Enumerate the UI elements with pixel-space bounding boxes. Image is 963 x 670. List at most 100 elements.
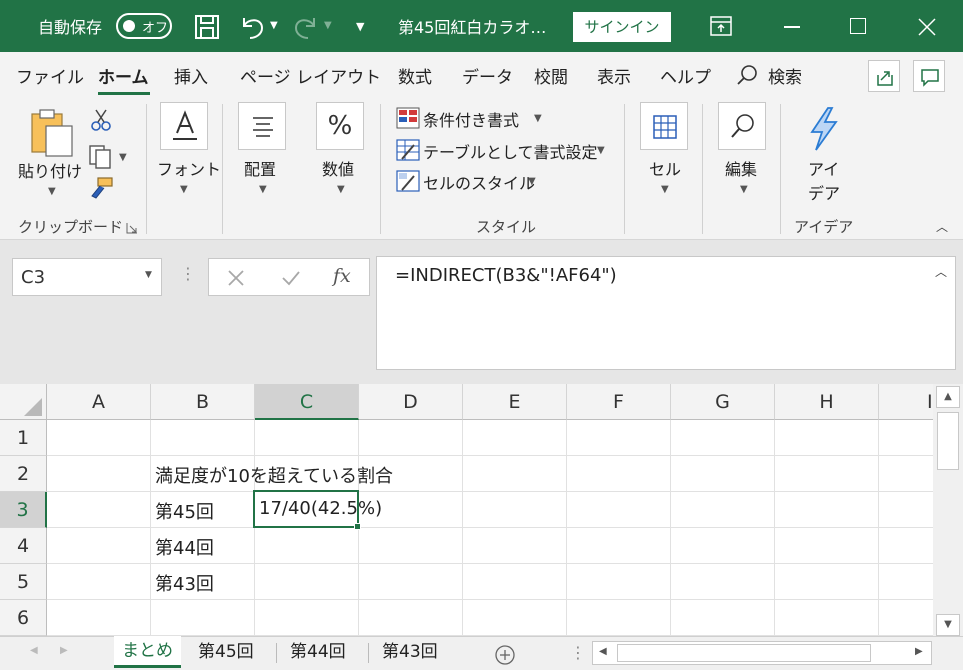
signin-button[interactable]: サインイン: [573, 12, 671, 42]
editing-button[interactable]: [718, 102, 766, 150]
ribbon-display-options-icon[interactable]: [710, 16, 732, 36]
tab-search[interactable]: 検索: [768, 63, 802, 88]
formula-collapse-icon[interactable]: ︿: [935, 263, 947, 280]
conditional-formatting-icon[interactable]: [396, 107, 420, 129]
row-header-5[interactable]: 5: [0, 564, 47, 600]
prev-sheet-icon[interactable]: ◀: [30, 645, 38, 656]
format-painter-icon[interactable]: [88, 176, 114, 200]
worksheet-grid[interactable]: A B C D E F G H I 1 2 3 4 5 6 満足度が10を超えて…: [0, 384, 933, 636]
share-button[interactable]: [868, 60, 900, 92]
tab-file[interactable]: ファイル: [16, 63, 84, 88]
column-header-i[interactable]: I: [879, 384, 933, 420]
editing-dropdown-icon[interactable]: ▼: [740, 184, 748, 195]
column-header-d[interactable]: D: [359, 384, 463, 420]
tab-formulas[interactable]: 数式: [398, 63, 432, 88]
format-as-table-icon[interactable]: [396, 139, 420, 161]
row-header-2[interactable]: 2: [0, 456, 47, 492]
comments-button[interactable]: [913, 60, 945, 92]
row-header-1[interactable]: 1: [0, 420, 47, 456]
sheet-tab-44[interactable]: 第44回: [282, 637, 354, 669]
cell-b3[interactable]: 第45回: [155, 498, 214, 524]
number-button[interactable]: %: [316, 102, 364, 150]
sheet-tab-43[interactable]: 第43回: [374, 637, 446, 669]
alignment-dropdown-icon[interactable]: ▼: [259, 184, 267, 195]
font-dropdown-icon[interactable]: ▼: [180, 184, 188, 195]
row-header-6[interactable]: 6: [0, 600, 47, 636]
cell-b4[interactable]: 第44回: [155, 534, 214, 560]
column-header-g[interactable]: G: [671, 384, 775, 420]
scroll-left-icon[interactable]: ◀: [599, 646, 607, 657]
cell-b2[interactable]: 満足度が10を超えている割合: [155, 462, 393, 488]
column-header-e[interactable]: E: [463, 384, 567, 420]
tab-data[interactable]: データ: [462, 63, 513, 88]
customize-qat-icon[interactable]: ▼: [356, 20, 364, 33]
close-icon[interactable]: [918, 18, 936, 36]
tab-split-grip-icon[interactable]: ⋮: [570, 643, 586, 662]
maximize-icon[interactable]: [850, 18, 866, 34]
vertical-scroll-thumb[interactable]: [937, 412, 959, 470]
font-button[interactable]: [160, 102, 208, 150]
collapse-ribbon-icon[interactable]: ︿: [936, 218, 948, 235]
column-header-a[interactable]: A: [47, 384, 151, 420]
number-label[interactable]: 数値: [322, 156, 354, 180]
format-as-table-label[interactable]: テーブルとして書式設定: [423, 139, 598, 163]
undo-icon[interactable]: [238, 14, 266, 40]
cell-styles-dropdown-icon[interactable]: ▼: [528, 176, 536, 187]
new-sheet-icon[interactable]: [494, 644, 516, 666]
name-box[interactable]: C3 ▼: [12, 258, 162, 296]
paste-dropdown-icon[interactable]: ▼: [48, 186, 56, 197]
row-header-4[interactable]: 4: [0, 528, 47, 564]
autosave-toggle[interactable]: オフ: [116, 13, 172, 39]
tab-help[interactable]: ヘルプ: [660, 63, 711, 88]
format-as-table-dropdown-icon[interactable]: ▼: [597, 145, 605, 156]
select-all-corner[interactable]: [0, 384, 47, 420]
cut-icon[interactable]: [90, 108, 112, 132]
sheet-tab-matome[interactable]: まとめ: [114, 636, 181, 668]
undo-dropdown-icon[interactable]: ▼: [270, 20, 278, 31]
ideas-label-line2[interactable]: デア: [808, 180, 840, 204]
horizontal-scrollbar[interactable]: ◀ ▶: [592, 641, 932, 665]
ideas-lightning-icon[interactable]: [806, 106, 840, 152]
insert-function-icon[interactable]: fx: [333, 265, 351, 287]
row-header-3[interactable]: 3: [0, 492, 47, 528]
conditional-formatting-dropdown-icon[interactable]: ▼: [534, 113, 542, 124]
editing-label[interactable]: 編集: [725, 156, 757, 180]
column-header-b[interactable]: B: [151, 384, 255, 420]
alignment-label[interactable]: 配置: [244, 156, 276, 180]
conditional-formatting-label[interactable]: 条件付き書式: [423, 107, 519, 131]
alignment-button[interactable]: [238, 102, 286, 150]
fill-handle[interactable]: [354, 523, 361, 530]
paste-label[interactable]: 貼り付け: [18, 158, 82, 182]
cancel-icon[interactable]: [227, 269, 245, 287]
scroll-up-icon[interactable]: ▲: [936, 386, 960, 408]
name-box-dropdown-icon[interactable]: ▼: [145, 270, 152, 280]
enter-check-icon[interactable]: [281, 269, 301, 287]
number-dropdown-icon[interactable]: ▼: [337, 184, 345, 195]
tab-insert[interactable]: 挿入: [174, 63, 208, 88]
column-header-h[interactable]: H: [775, 384, 879, 420]
scroll-right-icon[interactable]: ▶: [915, 646, 923, 657]
tab-home[interactable]: ホーム: [98, 63, 149, 88]
tab-page-layout[interactable]: ページ レイアウト: [240, 63, 381, 88]
copy-icon[interactable]: [88, 144, 112, 170]
copy-dropdown-icon[interactable]: ▼: [119, 152, 127, 163]
cells-label[interactable]: セル: [649, 156, 681, 180]
sheet-tab-45[interactable]: 第45回: [190, 637, 262, 669]
column-header-f[interactable]: F: [567, 384, 671, 420]
cells-dropdown-icon[interactable]: ▼: [661, 184, 669, 195]
cell-styles-label[interactable]: セルのスタイル: [423, 170, 535, 194]
vertical-scrollbar[interactable]: ▲ ▼: [933, 384, 963, 636]
column-header-c[interactable]: C: [255, 384, 359, 420]
horizontal-scroll-thumb[interactable]: [617, 644, 871, 662]
save-icon[interactable]: [194, 14, 220, 40]
tab-review[interactable]: 校閲: [534, 63, 568, 88]
cells-button[interactable]: [640, 102, 688, 150]
scroll-down-icon[interactable]: ▼: [936, 614, 960, 636]
next-sheet-icon[interactable]: ▶: [60, 645, 68, 656]
cell-styles-icon[interactable]: [396, 170, 420, 192]
paste-icon[interactable]: [30, 108, 76, 158]
dialog-launcher-icon[interactable]: [126, 222, 138, 234]
cell-b5[interactable]: 第43回: [155, 570, 214, 596]
formula-input[interactable]: =INDIRECT(B3&"!AF64") ︿: [376, 256, 956, 370]
minimize-icon[interactable]: [784, 26, 800, 28]
